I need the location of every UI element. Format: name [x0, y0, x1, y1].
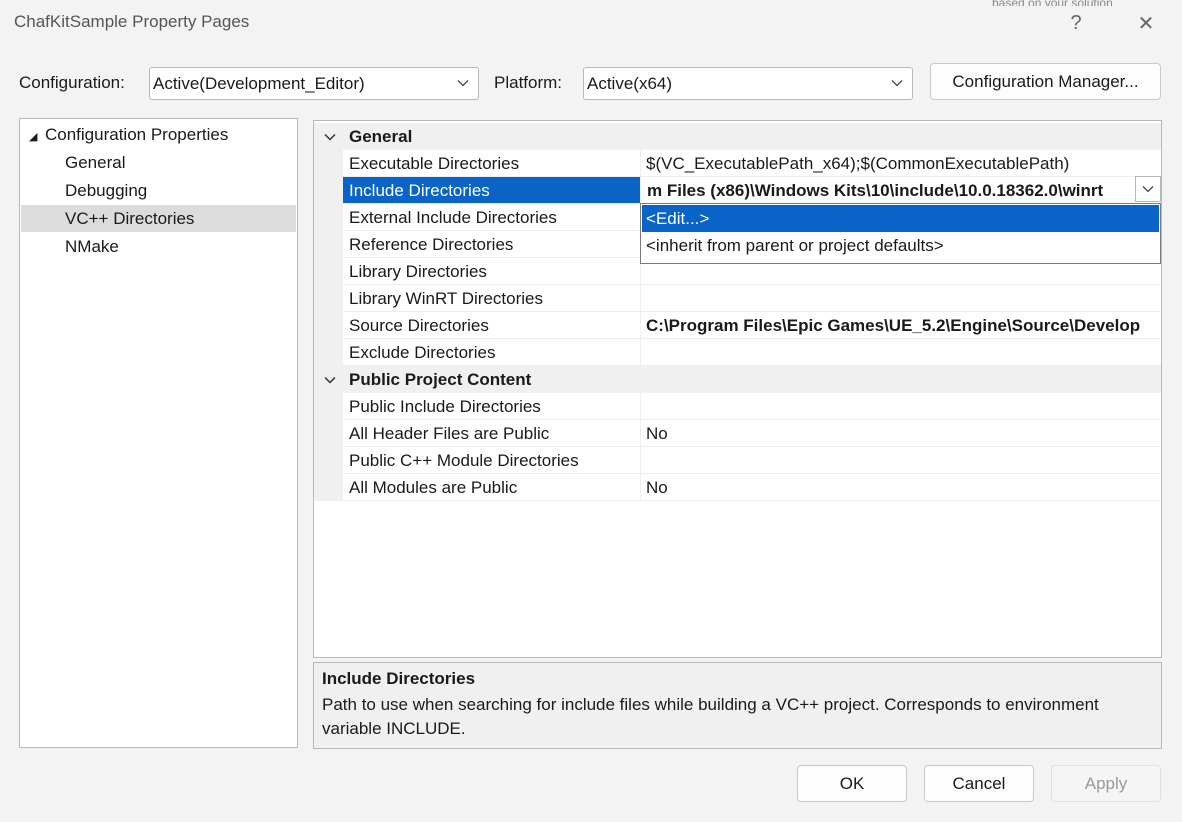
- category-public-project-content[interactable]: Public Project Content: [314, 366, 1161, 393]
- help-icon: ?: [1070, 11, 1082, 34]
- property-value[interactable]: No: [641, 474, 1161, 501]
- property-value[interactable]: [641, 285, 1161, 312]
- tree-root-label: Configuration Properties: [45, 125, 229, 144]
- property-name: All Modules are Public: [343, 474, 641, 501]
- configuration-value: Active(Development_Editor): [153, 73, 365, 93]
- property-value[interactable]: [641, 339, 1161, 366]
- platform-select[interactable]: Active(x64): [583, 67, 913, 100]
- property-grid: General Executable Directories $(VC_Exec…: [313, 120, 1162, 658]
- category-label: General: [349, 127, 413, 146]
- close-button[interactable]: ✕: [1126, 6, 1166, 40]
- property-value-editor[interactable]: m Files (x86)\Windows Kits\10\include\10…: [641, 177, 1134, 204]
- chevron-down-icon[interactable]: [323, 130, 337, 144]
- help-button[interactable]: ?: [1056, 6, 1096, 40]
- property-name: Reference Directories: [343, 231, 641, 258]
- property-name: Library WinRT Directories: [343, 285, 641, 312]
- property-row-all-header-files-public[interactable]: All Header Files are Public No: [314, 420, 1161, 447]
- description-panel: Include Directories Path to use when sea…: [313, 662, 1162, 749]
- description-text: Path to use when searching for include f…: [322, 695, 1099, 738]
- ok-button[interactable]: OK: [797, 765, 907, 802]
- row-gutter: [314, 447, 343, 474]
- property-row-include-directories[interactable]: Include Directories m Files (x86)\Window…: [314, 177, 1161, 204]
- close-icon: ✕: [1137, 12, 1155, 35]
- row-gutter: [314, 150, 343, 177]
- property-row-executable-directories[interactable]: Executable Directories $(VC_ExecutablePa…: [314, 150, 1161, 177]
- category-general[interactable]: General: [314, 123, 1161, 150]
- tree-item-vc-directories[interactable]: VC++ Directories: [21, 205, 296, 232]
- property-row-library-winrt-directories[interactable]: Library WinRT Directories: [314, 285, 1161, 312]
- property-name: Exclude Directories: [343, 339, 641, 366]
- configuration-manager-button[interactable]: Configuration Manager...: [930, 63, 1161, 100]
- row-gutter: [314, 258, 343, 285]
- row-gutter: [314, 420, 343, 447]
- property-value[interactable]: No: [641, 420, 1161, 447]
- tree-item-general[interactable]: General: [21, 149, 296, 176]
- row-gutter: [314, 231, 343, 258]
- platform-value: Active(x64): [587, 73, 673, 93]
- window-title: ChafKitSample Property Pages: [14, 12, 250, 31]
- dropdown-option-inherit[interactable]: <inherit from parent or project defaults…: [642, 232, 1159, 259]
- property-name: External Include Directories: [343, 204, 641, 231]
- row-gutter: [314, 339, 343, 366]
- property-tree: ◢ Configuration Properties General Debugg…: [19, 118, 298, 748]
- platform-label: Platform:: [494, 73, 563, 92]
- category-label: Public Project Content: [349, 370, 532, 389]
- chevron-down-icon: [891, 80, 903, 87]
- property-row-public-cpp-module-directories[interactable]: Public C++ Module Directories: [314, 447, 1161, 474]
- row-gutter: [314, 474, 343, 501]
- property-name: Source Directories: [343, 312, 641, 339]
- configuration-select[interactable]: Active(Development_Editor): [149, 67, 479, 100]
- dropdown-option-edit[interactable]: <Edit...>: [642, 205, 1159, 232]
- tree-item-nmake[interactable]: NMake: [21, 233, 296, 260]
- property-value[interactable]: C:\Program Files\Epic Games\UE_5.2\Engin…: [641, 312, 1161, 339]
- apply-button[interactable]: Apply: [1051, 765, 1161, 802]
- property-name: All Header Files are Public: [343, 420, 641, 447]
- property-row-source-directories[interactable]: Source Directories C:\Program Files\Epic…: [314, 312, 1161, 339]
- chevron-down-icon[interactable]: [323, 373, 337, 387]
- expanded-triangle-icon[interactable]: ◢: [29, 124, 45, 151]
- property-value[interactable]: [641, 393, 1161, 420]
- row-gutter: [314, 285, 343, 312]
- property-name: Public Include Directories: [343, 393, 641, 420]
- tree-item-debugging[interactable]: Debugging: [21, 177, 296, 204]
- row-gutter: [314, 312, 343, 339]
- chevron-down-icon: [1142, 186, 1154, 193]
- chevron-down-icon: [457, 80, 469, 87]
- description-title: Include Directories: [322, 669, 476, 688]
- cancel-button[interactable]: Cancel: [924, 765, 1034, 802]
- property-value[interactable]: $(VC_ExecutablePath_x64);$(CommonExecuta…: [641, 150, 1161, 177]
- property-value[interactable]: [641, 447, 1161, 474]
- property-name: Executable Directories: [343, 150, 641, 177]
- property-name: Include Directories: [343, 177, 641, 204]
- row-gutter: [314, 393, 343, 420]
- property-name: Public C++ Module Directories: [343, 447, 641, 474]
- property-row-public-include-directories[interactable]: Public Include Directories: [314, 393, 1161, 420]
- property-row-all-modules-public[interactable]: All Modules are Public No: [314, 474, 1161, 501]
- row-gutter: [314, 177, 343, 204]
- configuration-label: Configuration:: [19, 73, 125, 92]
- tree-root-configuration-properties[interactable]: ◢ Configuration Properties: [21, 121, 296, 148]
- property-row-exclude-directories[interactable]: Exclude Directories: [314, 339, 1161, 366]
- row-gutter: [314, 204, 343, 231]
- include-directories-dropdown-list: <Edit...> <inherit from parent or projec…: [640, 203, 1161, 264]
- property-name: Library Directories: [343, 258, 641, 285]
- include-directories-dropdown-button[interactable]: [1135, 176, 1161, 202]
